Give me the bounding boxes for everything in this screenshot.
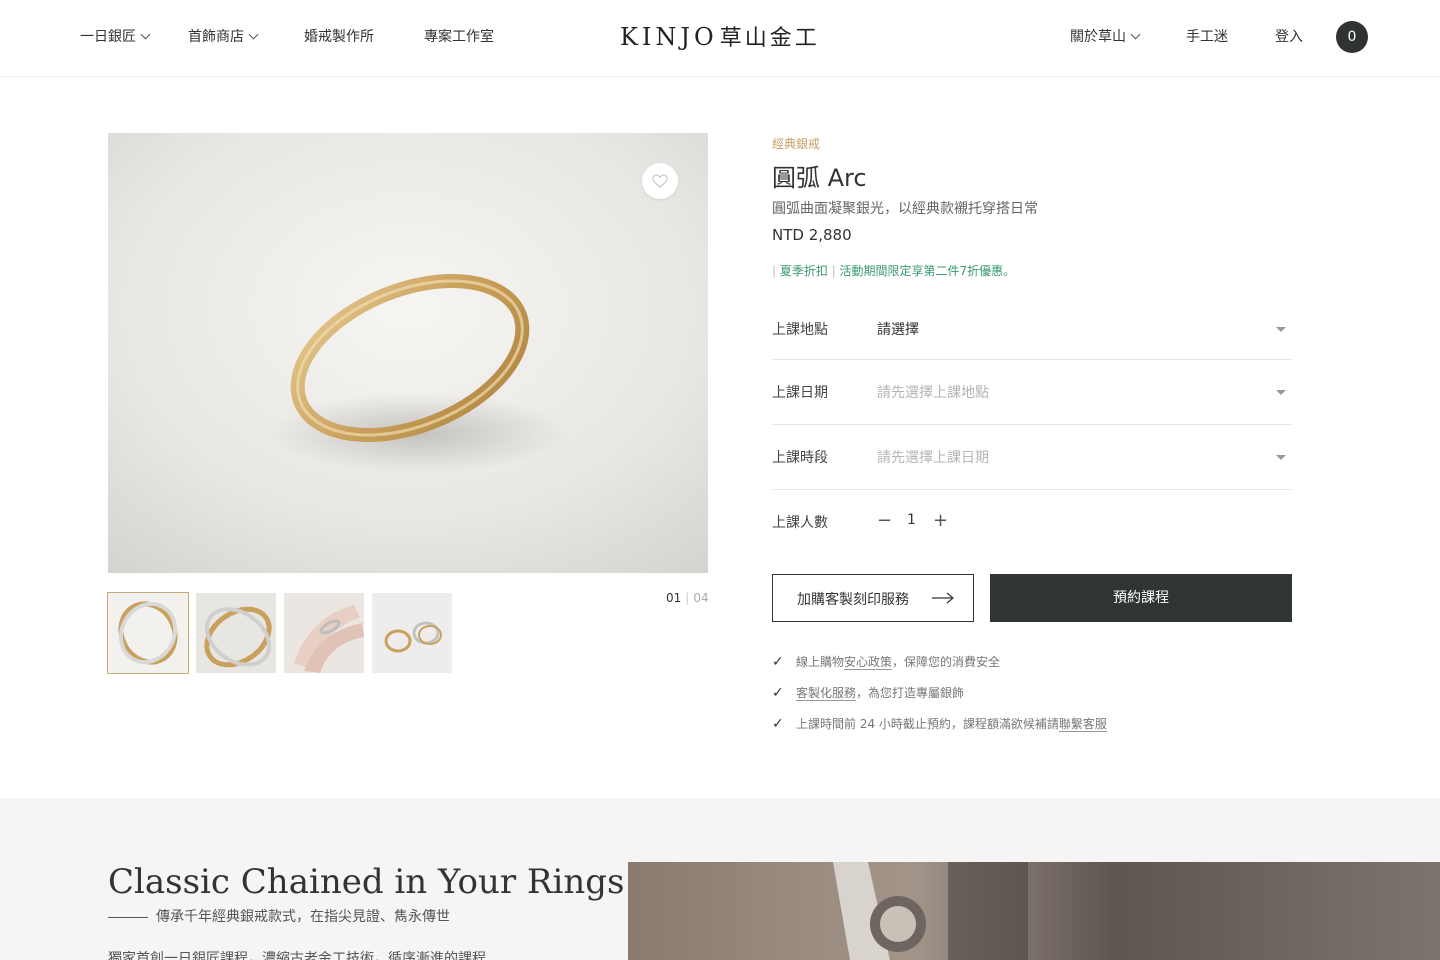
nav-login[interactable]: 登入: [1275, 27, 1303, 47]
safe-policy-link[interactable]: 安心政策: [844, 655, 893, 670]
location-select[interactable]: 請選擇: [877, 319, 919, 339]
minus-button[interactable]: −: [877, 512, 892, 530]
gold-ring-illustration: [108, 133, 708, 573]
people-label: 上課人數: [772, 515, 828, 531]
thumbnail-2[interactable]: [196, 593, 276, 673]
nav-label: 登入: [1275, 29, 1303, 45]
assurance-post: ，為您打造專屬銀飾: [856, 686, 965, 700]
promo-text: 活動期間限定享第二件7折優惠。: [839, 264, 1016, 278]
book-label: 預約課程: [1113, 590, 1169, 606]
story-section: Classic Chained in Your Rings 傳承千年經典銀戒款式…: [0, 798, 1440, 960]
caret-down-icon[interactable]: [1276, 327, 1286, 332]
date-row: 上課日期 請先選擇上課地點: [772, 361, 1292, 425]
quantity-value[interactable]: 1: [907, 512, 916, 528]
thumbnail-3[interactable]: [284, 593, 364, 673]
site-logo[interactable]: KINJO草山金工: [620, 20, 830, 52]
add-engraving-button[interactable]: 加購客製刻印服務: [772, 574, 974, 622]
chevron-down-icon: [1130, 29, 1141, 40]
people-row: 上課人數 − 1 +: [772, 491, 1292, 555]
assurance-item: ✓ 線上購物安心政策，保障您的消費安全: [772, 653, 1000, 670]
time-row: 上課時段 請先選擇上課日期: [772, 426, 1292, 490]
nav-label: 關於草山: [1070, 29, 1126, 45]
heart-icon: [652, 174, 668, 188]
product-subtitle: 圓弧曲面凝聚銀光，以經典款襯托穿搭日常: [772, 201, 1038, 217]
cart-count: 0: [1347, 29, 1357, 45]
main-product-photo: [108, 133, 708, 573]
promo-divider: |: [827, 264, 840, 278]
nav-craft-fans[interactable]: 手工迷: [1186, 27, 1228, 47]
nav-about[interactable]: 關於草山: [1070, 27, 1141, 47]
logo-latin: KINJO: [620, 23, 718, 51]
ring-twist-thumb: [196, 593, 276, 673]
logo-cjk: 草山金工: [719, 26, 820, 51]
product-title: 圓弧 Arc: [772, 164, 867, 192]
nav-jewelry-shop[interactable]: 首飾商店: [188, 27, 259, 47]
date-label: 上課日期: [772, 385, 828, 401]
nav-one-day-silversmith[interactable]: 一日銀匠: [80, 27, 151, 47]
assurance-pre: 線上購物: [796, 655, 845, 669]
gallery-current: 01: [666, 591, 682, 605]
check-icon: ✓: [772, 716, 784, 732]
engrave-label: 加購客製刻印服務: [797, 592, 909, 608]
assurance-pre: 上課時間前 24 小時截止預約，課程額滿欲候補請: [796, 717, 1059, 731]
plus-button[interactable]: +: [933, 512, 948, 530]
custom-service-link[interactable]: 客製化服務: [796, 686, 857, 701]
thumbnail-1[interactable]: [107, 592, 189, 674]
arrow-right-icon: [932, 592, 954, 604]
caret-down-icon[interactable]: [1276, 455, 1286, 460]
assurance-item: ✓ 上課時間前 24 小時截止預約，課程額滿欲候補請聯繫客服: [772, 715, 1107, 732]
time-select[interactable]: 請先選擇上課日期: [877, 447, 989, 467]
hand-ring-thumb: [284, 593, 364, 673]
book-course-button[interactable]: 預約課程: [990, 574, 1292, 622]
favorite-button[interactable]: [642, 163, 678, 199]
rings-on-table-thumb: [372, 593, 452, 673]
nav-label: 專案工作室: [424, 29, 494, 45]
check-icon: ✓: [772, 654, 784, 670]
nav-label: 婚戒製作所: [304, 29, 374, 45]
location-row: 上課地點 請選擇: [772, 296, 1292, 360]
caret-down-icon[interactable]: [1276, 390, 1286, 395]
nav-project-studio[interactable]: 專案工作室: [424, 27, 494, 47]
site-header: 一日銀匠 首飾商店 婚戒製作所 專案工作室 KINJO草山金工 關於草山 手工迷…: [0, 0, 1440, 77]
check-icon: ✓: [772, 685, 784, 701]
gallery-divider: |: [685, 591, 690, 605]
section-title: Classic Chained in Your Rings: [108, 862, 625, 902]
divider-line: [108, 916, 148, 918]
nav-wedding-ring-studio[interactable]: 婚戒製作所: [304, 27, 374, 47]
chevron-down-icon: [248, 29, 259, 40]
workbench-photo: [628, 862, 1440, 960]
product-category: 經典銀戒: [772, 137, 821, 151]
section-body: 獨家首創一日銀匠課程，濃縮古老金工技術，循序漸進的課程: [108, 951, 486, 960]
time-label: 上課時段: [772, 450, 828, 466]
section-subtitle-text: 傳承千年經典銀戒款式，在指尖見證、雋永傳世: [156, 909, 450, 925]
gallery-total: 04: [693, 591, 709, 605]
thumbnail-4[interactable]: [372, 593, 452, 673]
chevron-down-icon: [140, 29, 151, 40]
promo-tag: 夏季折扣: [779, 264, 828, 278]
assurance-post: ，保障您的消費安全: [892, 655, 1001, 669]
product-price: NTD 2,880: [772, 226, 852, 244]
gallery-counter: 01 | 04: [666, 591, 709, 605]
craft-photo: [628, 862, 1440, 960]
location-label: 上課地點: [772, 322, 828, 338]
ring-pair-thumb: [108, 593, 188, 673]
nav-label: 首飾商店: [188, 29, 244, 45]
contact-support-link[interactable]: 聯繫客服: [1058, 717, 1107, 732]
cart-button[interactable]: 0: [1336, 21, 1368, 53]
nav-label: 一日銀匠: [80, 29, 136, 45]
promo-divider: |: [772, 264, 780, 278]
date-select[interactable]: 請先選擇上課地點: [877, 382, 989, 402]
nav-label: 手工迷: [1186, 29, 1228, 45]
promo-banner: | 夏季折扣 | 活動期間限定享第二件7折優惠。: [772, 262, 1015, 279]
assurance-item: ✓ 客製化服務，為您打造專屬銀飾: [772, 684, 964, 701]
section-subtitle: 傳承千年經典銀戒款式，在指尖見證、雋永傳世: [108, 906, 450, 926]
